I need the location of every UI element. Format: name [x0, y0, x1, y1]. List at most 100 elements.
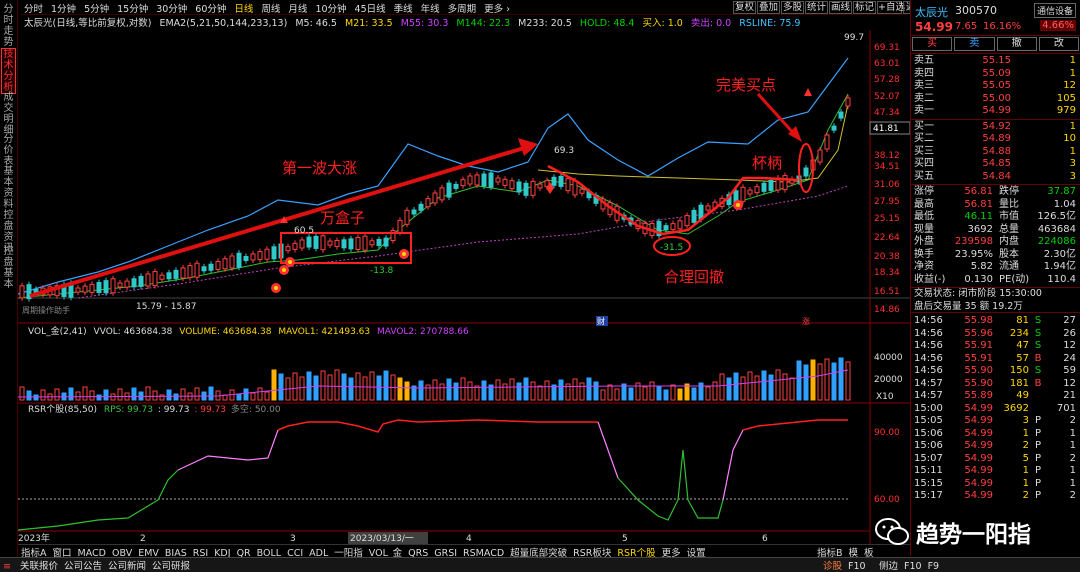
tick-row-cell: B: [1034, 377, 1042, 389]
tick-row-cell: 701: [1056, 402, 1076, 414]
period-yearly[interactable]: 年线: [417, 0, 444, 16]
bid-row: 买一 54.92 1: [911, 121, 1080, 134]
period-1min[interactable]: 1分钟: [47, 0, 80, 16]
tick-row-cell: 14:56: [914, 315, 943, 326]
draw-line-button[interactable]: 画线: [829, 1, 852, 14]
period-monthly[interactable]: 月线: [284, 0, 311, 16]
restore-rights-button[interactable]: 复权: [733, 1, 756, 14]
stat-row-cell: 0.130: [964, 273, 993, 285]
f9-toggle[interactable]: F9: [925, 561, 943, 572]
period-10min[interactable]: 10分钟: [311, 0, 350, 16]
diagnose-link[interactable]: 诊股: [820, 558, 845, 572]
tab-basic-info[interactable]: 基本资料: [1, 166, 16, 210]
period-30min[interactable]: 30分钟: [152, 0, 191, 16]
stat-row-cell: 239598: [954, 236, 993, 247]
volume-bar: [460, 377, 466, 401]
ask-row-cell: 55.05: [982, 80, 1011, 91]
period-60min[interactable]: 60分钟: [191, 0, 230, 16]
candle-body: [768, 179, 774, 191]
volume-bar: [691, 387, 697, 401]
ema-name[interactable]: EMA2(5,21,50,144,233,13): [159, 18, 287, 29]
tab-technical-analysis[interactable]: 技术分析: [1, 48, 16, 94]
stat-row: 涨停 56.81 跌停 37.87: [911, 186, 1080, 199]
company-announcement-link[interactable]: 公司公告: [61, 558, 105, 572]
industry-tag[interactable]: 通信设备: [1033, 3, 1076, 18]
tick-row-cell: 2: [1069, 452, 1076, 464]
volume-bar: [453, 382, 459, 401]
x-tick: 2023年: [18, 532, 50, 544]
bid-row-cell: 54.92: [982, 120, 1011, 132]
annotation-handle: 杯柄: [752, 154, 782, 172]
main-indicator-line: 太辰光(日线,等比前复权,对数) EMA2(5,21,50,144,233,13…: [24, 15, 894, 29]
candle-body: [187, 265, 193, 279]
sidebar-toggle[interactable]: 侧边: [876, 558, 901, 572]
volume-bar: [754, 375, 760, 401]
volume-bar: [327, 374, 333, 401]
stats-button[interactable]: 统计: [805, 1, 828, 14]
candle-body: [453, 183, 459, 189]
candle-body: [19, 285, 25, 299]
multi-stock-button[interactable]: 多股: [781, 1, 804, 14]
period-45day[interactable]: 45日线: [351, 0, 390, 16]
stats-table: 涨停 56.81 跌停 37.87 最高 56.81 量比 1.04 最低 46.11 市值 126.…: [911, 185, 1080, 288]
tick-row-cell: 3692: [1003, 402, 1029, 414]
tab-intraday[interactable]: 分时走势: [1, 4, 16, 48]
stat-row-cell: 3692: [967, 223, 993, 235]
volume-bar: [173, 393, 179, 401]
price-change: 7.65: [955, 21, 978, 32]
tick-row-cell: 15:06: [914, 427, 943, 439]
volume-bar: [89, 390, 95, 401]
mark-button[interactable]: 标记: [853, 1, 876, 14]
stat-row-cell: 5.82: [970, 261, 993, 272]
period-weekly[interactable]: 周线: [257, 0, 284, 16]
buy-button[interactable]: 买: [912, 37, 953, 51]
quote-panel: 太辰光 300570 通信设备 54.99 7.65 16.16% 4.66% …: [910, 0, 1080, 556]
vol-tick: 40000: [874, 353, 903, 363]
period-multi[interactable]: 多周期: [444, 0, 481, 16]
label-138: -13.8: [370, 266, 394, 276]
period-quarterly[interactable]: 季线: [390, 0, 417, 16]
vol-unit: X10: [876, 392, 894, 402]
period-15min[interactable]: 15分钟: [113, 0, 152, 16]
related-quote-link[interactable]: 关联报价: [17, 558, 61, 572]
period-5min[interactable]: 5分钟: [80, 0, 113, 16]
volume-bar: [194, 387, 200, 401]
period-intraday[interactable]: 分时: [20, 0, 47, 16]
tick-row: 14:56 55.90 150 S 59: [911, 365, 1080, 378]
tick-row-cell: 1: [1069, 440, 1076, 451]
company-research-link[interactable]: 公司研报: [149, 558, 193, 572]
tab-trade-details[interactable]: 成交明细: [1, 92, 16, 136]
tick-row-cell: [1029, 390, 1047, 403]
cancel-order-button[interactable]: 撤: [996, 37, 1037, 51]
annotation-box: 万盒子: [320, 209, 365, 227]
tab-price-table[interactable]: 分价表: [1, 134, 16, 167]
candle-body: [747, 189, 753, 195]
stat-row-cell: 股本: [999, 248, 1019, 260]
alert-icon[interactable]: ≡: [0, 561, 14, 572]
y-tick: 69.31: [874, 43, 900, 53]
ask-book: 卖五 55.15 1 卖四 55.09 1 卖三 55.05 12 卖二 55.00 105 卖一 54.…: [911, 54, 1080, 120]
chart-area[interactable]: 第一波大涨 万盒子 杯柄 完美买点 合理回撤 60.5 -13.8 69.3 -…: [18, 30, 910, 544]
ask-row-cell: 卖二: [914, 92, 934, 104]
f10-toggle[interactable]: F10: [901, 561, 925, 572]
candle-body: [222, 258, 228, 270]
tick-row-cell: 49: [1016, 390, 1029, 401]
volume-bar: [278, 373, 284, 401]
candle-body: [446, 182, 452, 198]
overlay-button[interactable]: 叠加: [757, 1, 780, 14]
volume-bar: [495, 379, 501, 401]
sell-button[interactable]: 卖: [954, 37, 995, 51]
period-daily[interactable]: 日线: [230, 0, 257, 16]
f10-link[interactable]: F10: [845, 561, 869, 572]
tick-row-cell: P: [1034, 440, 1042, 451]
volume-bar: [264, 391, 270, 401]
modify-order-button[interactable]: 改: [1038, 37, 1079, 51]
tick-row-cell: 54.99: [964, 440, 993, 451]
ask-row-cell: 55.15: [982, 55, 1011, 66]
period-more[interactable]: 更多 ›: [480, 0, 514, 16]
tick-row-cell: 24: [1063, 352, 1076, 364]
tab-control-basic[interactable]: 控盘基本: [1, 246, 16, 290]
company-news-link[interactable]: 公司新闻: [105, 558, 149, 572]
volume-bar: [789, 377, 795, 401]
add-watchlist-button[interactable]: +自选: [877, 1, 905, 14]
